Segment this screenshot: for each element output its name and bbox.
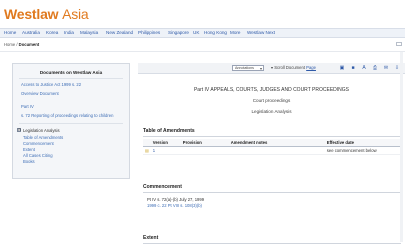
commencement-heading: Commencement bbox=[143, 184, 182, 190]
table-row: ▤ 1 see commencement below bbox=[143, 146, 401, 155]
folder-icon[interactable]: ■ bbox=[350, 65, 356, 71]
sub-link-all-cases-citing[interactable]: All Cases Citing bbox=[23, 153, 53, 158]
link-access-to-justice-act[interactable]: Access to Justice Act 1999 s. 22 bbox=[21, 82, 81, 87]
nav-item-malaysia[interactable]: Malaysia bbox=[80, 30, 98, 35]
collapse-icon[interactable] bbox=[396, 42, 402, 46]
commencement-link[interactable]: 1999 c. 22 Pt VIII s. 108(3)(b) bbox=[147, 203, 202, 208]
table-header-cell: Version bbox=[150, 139, 181, 147]
link-s72-reporting[interactable]: s. 72 Reporting of proceedings relating … bbox=[21, 113, 113, 118]
divider bbox=[0, 51, 405, 52]
westlaw-logo[interactable]: Westlaw Asia bbox=[4, 6, 89, 22]
document-subtitle: Court proceedings bbox=[252, 98, 291, 103]
print-icon[interactable]: ⎙ bbox=[372, 65, 378, 71]
nav-item-india[interactable]: India bbox=[64, 30, 74, 35]
amendments-table: Version Provision Amendment notes Effect… bbox=[143, 139, 401, 155]
document-pane: Annotations ▾ Scroll Document Page ▣ ■ A… bbox=[138, 63, 405, 247]
sub-link-extent[interactable]: Extent bbox=[23, 147, 35, 152]
table-cell bbox=[180, 146, 229, 155]
divider bbox=[143, 192, 401, 193]
table-header-cell: Effective date bbox=[324, 139, 401, 147]
nav-item-more[interactable]: More bbox=[230, 30, 240, 35]
expand-collapse-icon[interactable]: ⊟ bbox=[17, 128, 21, 132]
document-subtitle: Legislation Analysis bbox=[251, 109, 292, 114]
jurisdiction-nav: Home Australia Korea India Malaysia New … bbox=[0, 28, 405, 38]
table-cell: see commencement below bbox=[324, 146, 401, 155]
email-icon[interactable]: ✉ bbox=[383, 65, 389, 71]
annotations-select[interactable]: Annotations bbox=[232, 65, 264, 71]
breadcrumb-current: Document bbox=[18, 42, 40, 47]
scroll-document-label: Scroll Document bbox=[274, 65, 305, 70]
divider bbox=[143, 136, 401, 137]
link-part-iv[interactable]: Part IV bbox=[21, 104, 34, 109]
legislation-analysis-label[interactable]: Legislation Analysis bbox=[23, 128, 60, 133]
table-of-amendments-heading: Table of Amendments bbox=[143, 128, 195, 134]
table-header-row: Version Provision Amendment notes Effect… bbox=[143, 139, 401, 147]
panel-title: Documents on Westlaw Asia bbox=[39, 70, 103, 75]
divider bbox=[143, 243, 401, 244]
table-header-cell: Provision bbox=[180, 139, 229, 147]
version-document-icon[interactable]: ▤ bbox=[143, 146, 151, 155]
related-documents-panel: Documents on Westlaw Asia Access to Just… bbox=[12, 63, 130, 179]
nav-item-uk[interactable]: UK bbox=[193, 30, 199, 35]
table-header-cell: Amendment notes bbox=[228, 139, 325, 147]
page-link[interactable]: Page bbox=[306, 65, 316, 70]
extent-heading: Extent bbox=[143, 235, 159, 241]
nav-item-westlaw-next[interactable]: Westlaw Next bbox=[247, 30, 275, 35]
nav-item-hong-kong[interactable]: Hong Kong bbox=[204, 30, 227, 35]
nav-item-korea[interactable]: Korea bbox=[46, 30, 58, 35]
breadcrumb: Home / Document bbox=[4, 42, 39, 47]
sub-link-books[interactable]: Books bbox=[23, 159, 35, 164]
nav-item-new-zealand[interactable]: New Zealand bbox=[106, 30, 133, 35]
text-size-icon[interactable]: A bbox=[361, 65, 367, 71]
top-bar: Westlaw Asia bbox=[0, 0, 405, 28]
table-header-cell bbox=[143, 139, 151, 147]
sub-link-commencement[interactable]: Commencement bbox=[23, 141, 54, 146]
nav-item-home[interactable]: Home bbox=[4, 30, 16, 35]
nav-item-australia[interactable]: Australia bbox=[22, 30, 40, 35]
table-cell bbox=[228, 146, 325, 155]
breadcrumb-home[interactable]: Home bbox=[4, 42, 15, 47]
commencement-text: Pt IV s. 72(a)-(b) July 27, 1999 bbox=[147, 197, 205, 202]
scroll-document-control: ▾ Scroll Document Page bbox=[271, 65, 316, 70]
nav-item-singapore[interactable]: Singapore bbox=[168, 30, 189, 35]
document-icon[interactable]: ▣ bbox=[339, 65, 345, 71]
link-overview-document[interactable]: Overview Document bbox=[21, 91, 59, 96]
sub-link-table-of-amendments[interactable]: Table of Amendments bbox=[23, 135, 63, 140]
divider bbox=[19, 78, 123, 79]
scrollbar[interactable] bbox=[400, 52, 403, 242]
table-cell[interactable]: 1 bbox=[150, 146, 181, 155]
document-toolbar: Annotations ▾ Scroll Document Page ▣ ■ A… bbox=[138, 63, 405, 74]
divider bbox=[19, 123, 123, 124]
document-title: Part IV APPEALS, COURTS, JUDGES AND COUR… bbox=[193, 87, 350, 93]
nav-item-philippines[interactable]: Philippines bbox=[138, 30, 160, 35]
